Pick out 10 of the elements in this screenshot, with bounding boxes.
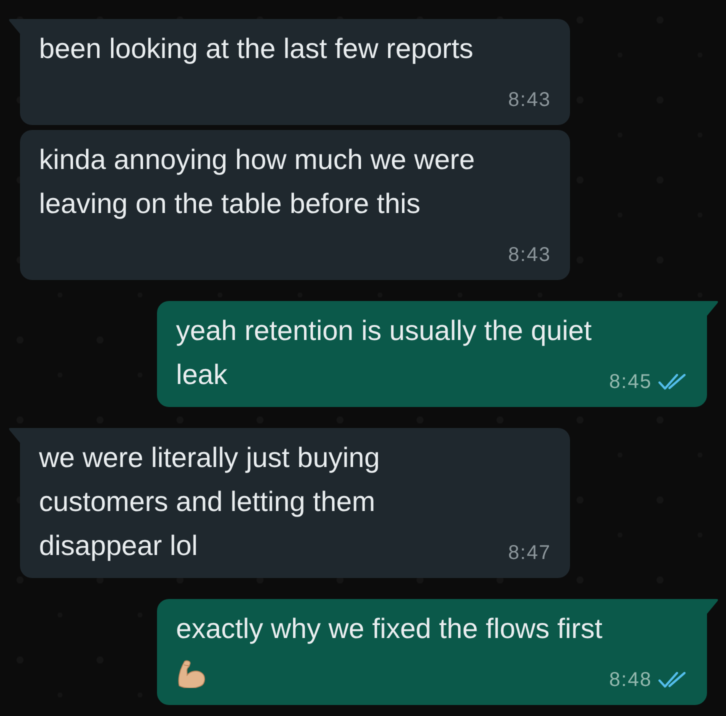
message-text: exactly why we fixed the flows first [176, 613, 602, 644]
message-time: 8:47 [508, 541, 551, 566]
message-text: kinda annoying how much we were leaving on the table before this [39, 144, 476, 219]
message-text: we were literally just buying customers and letting them disappear lol [39, 442, 381, 561]
message-time: 8:45 [609, 370, 652, 395]
message-time: 8:43 [508, 88, 551, 113]
message-text: yeah retention is usually the quiet leak [176, 315, 593, 390]
message-time: 8:48 [609, 668, 652, 693]
message-text: been looking at the last few reports [39, 33, 474, 64]
message-time: 8:43 [508, 243, 551, 268]
